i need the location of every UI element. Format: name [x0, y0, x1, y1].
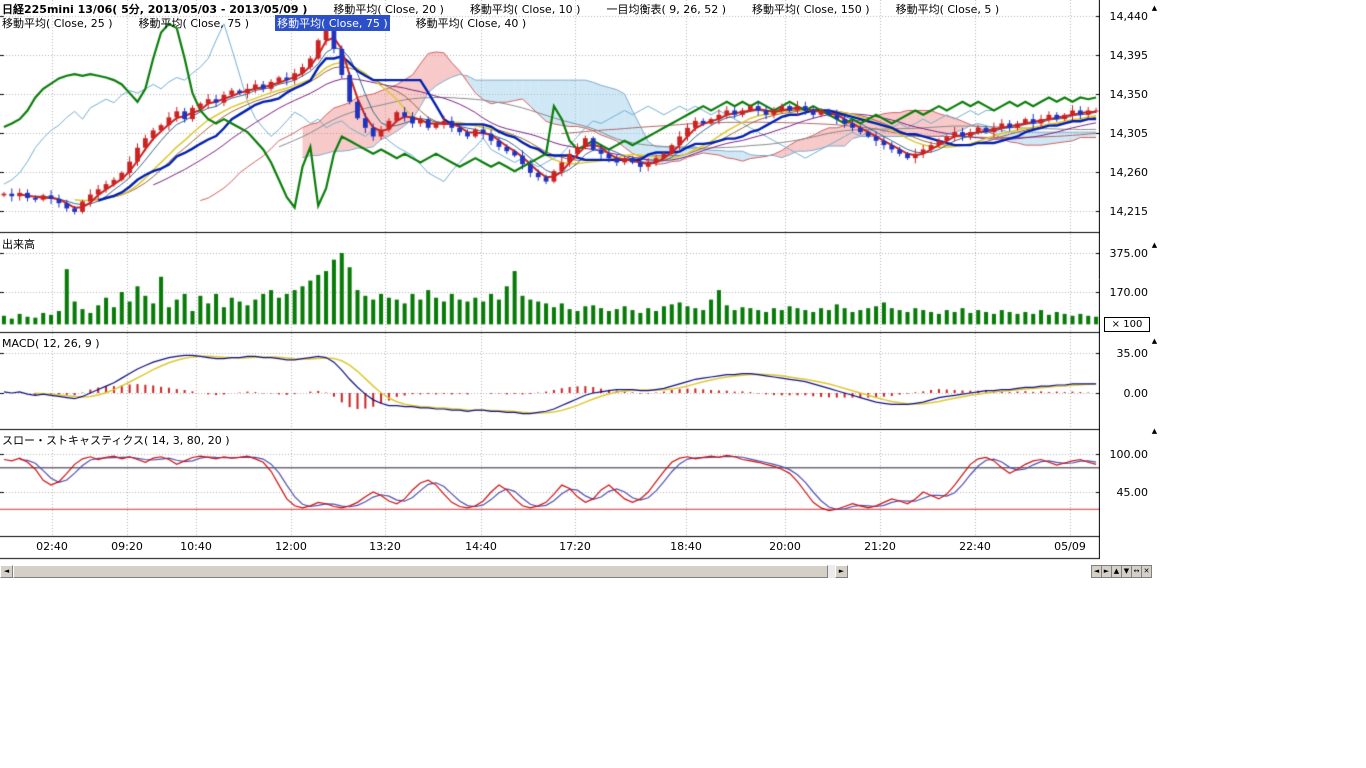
time-tick: 02:40 — [30, 540, 74, 553]
indicator-row2-0[interactable]: 移動平均( Close, 25 ) — [2, 15, 113, 31]
volume-panel-scroll-up-icon[interactable]: ▲ — [1149, 240, 1160, 251]
indicator-row2-2[interactable]: 移動平均( Close, 75 ) — [275, 15, 390, 31]
time-tick: 21:20 — [858, 540, 902, 553]
price-tick: 14,395 — [1103, 49, 1148, 62]
time-tick: 14:40 — [459, 540, 503, 553]
price-tick: 14,215 — [1103, 205, 1148, 218]
time-tick: 10:40 — [174, 540, 218, 553]
time-tick: 17:20 — [553, 540, 597, 553]
price-tick: 14,350 — [1103, 88, 1148, 101]
indicator-row2-1[interactable]: 移動平均( Close, 75 ) — [139, 15, 250, 31]
chart-window: 日経225mini 13/06( 5分, 2013/05/03 - 2013/0… — [0, 0, 1366, 768]
time-tick: 12:00 — [269, 540, 313, 553]
stoch-tick: 100.00 — [1103, 448, 1148, 461]
volume-tick: 375.00 — [1103, 247, 1148, 260]
price-tick: 14,260 — [1103, 166, 1148, 179]
volume-panel-label: 出来高 — [2, 236, 35, 252]
macd-panel-label: MACD( 12, 26, 9 ) — [2, 337, 100, 350]
price-panel-scroll-up-icon[interactable]: ▲ — [1149, 3, 1160, 14]
time-tick: 22:40 — [953, 540, 997, 553]
stoch-panel-scroll-up-icon[interactable]: ▲ — [1149, 426, 1160, 437]
indicator-ma5[interactable]: 移動平均( Close, 5 ) — [896, 1, 1000, 17]
indicator-header-row2: 移動平均( Close, 25 ) 移動平均( Close, 75 ) 移動平均… — [2, 15, 526, 31]
time-tick: 20:00 — [763, 540, 807, 553]
time-tick: 05/09 — [1048, 540, 1092, 553]
volume-multiplier-badge: × 100 — [1104, 317, 1150, 332]
indicator-ichimoku[interactable]: 一目均衡表( 9, 26, 52 ) — [606, 1, 726, 17]
macd-tick: 35.00 — [1103, 347, 1148, 360]
time-tick: 13:20 — [363, 540, 407, 553]
price-tick: 14,305 — [1103, 127, 1148, 140]
scrollbar-right-arrow-icon[interactable]: ► — [835, 565, 848, 578]
time-tick: 09:20 — [105, 540, 149, 553]
indicator-row2-3[interactable]: 移動平均( Close, 40 ) — [416, 15, 527, 31]
macd-panel-scroll-up-icon[interactable]: ▲ — [1149, 336, 1160, 347]
chart-canvas[interactable] — [0, 0, 1100, 560]
macd-tick: 0.00 — [1103, 387, 1148, 400]
volume-tick: 170.00 — [1103, 286, 1148, 299]
scrollbar-left-arrow-icon[interactable]: ◄ — [0, 565, 13, 578]
price-tick: 14,440 — [1103, 10, 1148, 23]
chart-mini-toolbar: ◄ ► ▲ ▼ ↔ ✕ — [1092, 565, 1152, 578]
indicator-ma150[interactable]: 移動平均( Close, 150 ) — [752, 1, 870, 17]
stoch-tick: 45.00 — [1103, 486, 1148, 499]
time-tick: 18:40 — [664, 540, 708, 553]
horizontal-scrollbar[interactable]: ◄ ► — [0, 565, 848, 578]
scrollbar-thumb[interactable] — [13, 565, 828, 578]
stochastics-panel-label: スロー・ストキャスティクス( 14, 3, 80, 20 ) — [2, 432, 230, 448]
mini-close-icon[interactable]: ✕ — [1141, 565, 1152, 578]
